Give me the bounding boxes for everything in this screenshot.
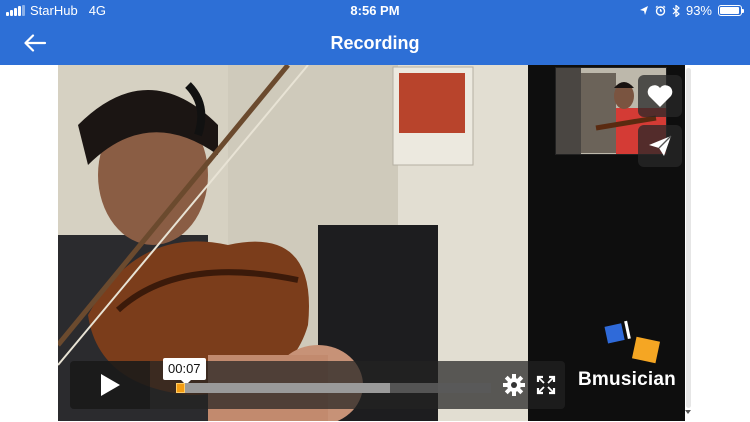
location-icon [639,6,648,15]
battery-percent: 93% [685,3,712,18]
share-button[interactable] [638,125,682,167]
scroll-down-arrow[interactable] [685,410,691,414]
status-bar: StarHub 4G 8:56 PM 93% [0,0,750,22]
bmusician-logo-mark [604,320,661,364]
status-right: 93% [639,3,744,18]
fullscreen-button[interactable] [536,375,558,397]
alarm-icon [655,5,666,16]
progress-buffered [176,383,391,393]
heart-icon [647,85,673,107]
gear-icon [503,374,525,396]
player-controls: 00:07 [70,358,565,409]
like-button[interactable] [638,75,682,117]
send-icon [649,135,672,156]
bluetooth-icon [672,4,680,17]
video-player[interactable]: Bmusician 00:07 [58,65,685,421]
page-title: Recording [330,33,420,53]
time-tooltip: 00:07 [163,358,206,385]
bmusician-logo: Bmusician [574,319,684,394]
scrollbar[interactable] [686,68,691,408]
brand-name: Bmusician [578,369,676,390]
app-bar: Recording [0,22,750,65]
play-icon [101,374,120,396]
play-button[interactable] [70,361,150,409]
progress-bar[interactable] [176,383,491,393]
status-time: 8:56 PM [350,3,400,18]
battery-icon [718,5,744,16]
progress-played [176,383,186,393]
fullscreen-icon [536,375,556,395]
settings-button[interactable] [502,373,526,397]
